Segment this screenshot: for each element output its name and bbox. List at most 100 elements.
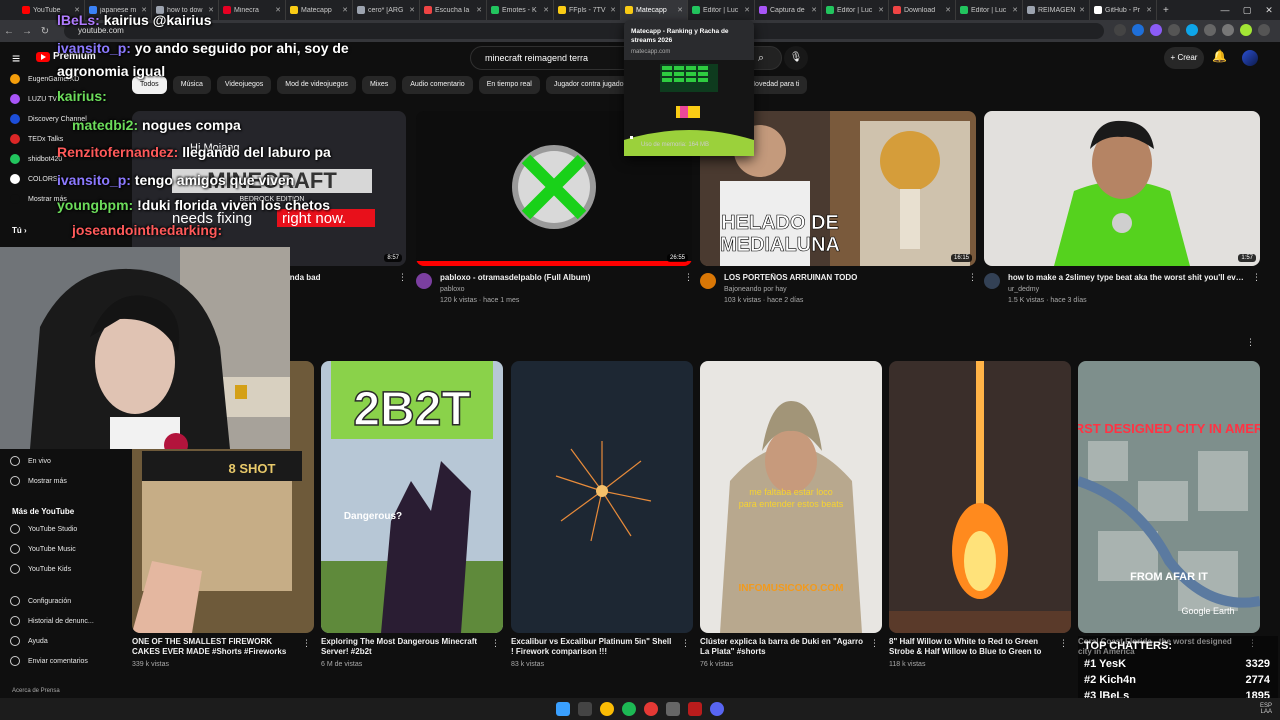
extension-icon[interactable] xyxy=(1204,24,1216,36)
filter-chip[interactable]: Música xyxy=(172,76,211,94)
sidebar-item[interactable]: YouTube Studio xyxy=(10,521,77,537)
tab-close-icon[interactable]: ✕ xyxy=(945,6,951,14)
chrome-icon[interactable] xyxy=(600,702,614,716)
tab-close-icon[interactable]: ✕ xyxy=(744,6,750,14)
youtube-logo[interactable]: Premium xyxy=(36,51,96,62)
sidebar-item[interactable]: TEDx Talks xyxy=(10,131,63,147)
browser-tab[interactable]: Editor | Luc ✕ xyxy=(956,0,1023,20)
browser-tab[interactable]: REIMAGEN ✕ xyxy=(1023,0,1090,20)
more-options-icon[interactable]: ⋮ xyxy=(1059,638,1068,649)
filter-chip[interactable]: Mod de videojuegos xyxy=(277,76,356,94)
sidebar-item[interactable]: Mostrar más xyxy=(10,191,67,207)
sidebar-item[interactable]: YouTube Music xyxy=(10,541,76,557)
voice-search-button[interactable]: 🎙 xyxy=(784,46,808,70)
more-options-icon[interactable]: ⋮ xyxy=(968,272,977,283)
sidebar-item[interactable]: Mostrar más xyxy=(10,473,67,489)
short-thumbnail[interactable] xyxy=(511,361,693,633)
sidebar-item[interactable]: Historial de denunc... xyxy=(10,613,94,629)
browser-tab[interactable]: cero* [ARG ✕ xyxy=(353,0,420,20)
browser-tab[interactable]: Escucha la ✕ xyxy=(420,0,487,20)
new-tab-icon[interactable]: + xyxy=(1157,5,1169,16)
app-icon[interactable] xyxy=(688,702,702,716)
tab-close-icon[interactable]: ✕ xyxy=(74,6,80,14)
short-thumbnail[interactable]: WORST DESIGNED CITY IN AMERCIA FROM AFAR … xyxy=(1078,361,1260,633)
short-card[interactable]: 8" Half Willow to White to Red to Green … xyxy=(889,361,1071,671)
more-options-icon[interactable]: ⋮ xyxy=(491,638,500,649)
tab-close-icon[interactable]: ✕ xyxy=(878,6,884,14)
tab-close-icon[interactable]: ✕ xyxy=(275,6,281,14)
browser-tab[interactable]: Emotes - K ✕ xyxy=(487,0,554,20)
windows-start-icon[interactable] xyxy=(556,702,570,716)
video-title[interactable]: LOS PORTEÑOS ARRUINAN TODO xyxy=(724,273,964,283)
extension-icon[interactable] xyxy=(1114,24,1126,36)
minimize-icon[interactable]: — xyxy=(1214,0,1236,20)
short-thumbnail[interactable]: 2B2T Dangerous? xyxy=(321,361,503,633)
sidebar-item[interactable]: EugenGamerXD xyxy=(10,71,79,87)
short-title[interactable]: ONE OF THE SMALLEST FIREWORK CAKES EVER … xyxy=(132,637,296,657)
hamburger-menu-icon[interactable]: ≡ xyxy=(12,50,20,66)
short-thumbnail[interactable] xyxy=(889,361,1071,633)
browser-tab[interactable]: FFpls - 7TV ✕ xyxy=(554,0,621,20)
extension-icon[interactable] xyxy=(1150,24,1162,36)
video-card[interactable]: 1:57 how to make a 2slimey type beat aka … xyxy=(984,111,1261,311)
more-options-icon[interactable]: ⋮ xyxy=(684,272,693,283)
more-options-icon[interactable]: ⋮ xyxy=(870,638,879,649)
app-icon[interactable] xyxy=(666,702,680,716)
spotify-icon[interactable] xyxy=(622,702,636,716)
account-avatar[interactable] xyxy=(1242,50,1258,66)
channel-name[interactable]: Bajoneando por hay xyxy=(724,285,787,295)
sidebar-item[interactable]: Ayuda xyxy=(10,633,48,649)
bookmark-star-icon[interactable] xyxy=(1132,24,1144,36)
channel-name[interactable]: pabloxo xyxy=(440,285,465,295)
video-title[interactable]: how to make a 2slimey type beat aka the … xyxy=(1008,273,1248,283)
tab-close-icon[interactable]: ✕ xyxy=(1146,6,1152,14)
tab-close-icon[interactable]: ✕ xyxy=(476,6,482,14)
short-title[interactable]: Clúster explica la barra de Duki en "Aga… xyxy=(700,637,864,657)
browser-tab[interactable]: Editor | Luc ✕ xyxy=(688,0,755,20)
channel-name[interactable]: ur_dedmy xyxy=(1008,285,1039,295)
sidebar-item[interactable]: YouTube Kids xyxy=(10,561,71,577)
more-options-icon[interactable]: ⋮ xyxy=(681,638,690,649)
tab-close-icon[interactable]: ✕ xyxy=(811,6,817,14)
create-button[interactable]: + Crear xyxy=(1164,47,1204,69)
reload-icon[interactable]: ↻ xyxy=(36,26,54,37)
filter-chip[interactable]: En tiempo real xyxy=(478,76,540,94)
video-title[interactable]: pabloxo - otramasdelpablo (Full Album) xyxy=(440,273,680,283)
back-icon[interactable]: ← xyxy=(0,26,18,37)
short-title[interactable]: Exploring The Most Dangerous Minecraft S… xyxy=(321,637,485,657)
channel-avatar[interactable] xyxy=(984,273,1000,289)
sidebar-item[interactable]: En vivo xyxy=(10,453,51,469)
tab-close-icon[interactable]: ✕ xyxy=(1012,6,1018,14)
tab-close-icon[interactable]: ✕ xyxy=(1079,6,1085,14)
more-options-icon[interactable]: ⋮ xyxy=(398,272,407,283)
tab-close-icon[interactable]: ✕ xyxy=(141,6,147,14)
tab-close-icon[interactable]: ✕ xyxy=(677,6,683,14)
search-taskbar-icon[interactable] xyxy=(578,702,592,716)
sidebar-item[interactable]: Discovery Channel xyxy=(10,111,87,127)
browser-tab[interactable]: how to dow ✕ xyxy=(152,0,219,20)
video-thumbnail[interactable]: MINECRAFT BEDROCK EDITION Hi Mojang needs f… xyxy=(132,111,406,266)
short-card[interactable]: me faltaba estar loco para entender estos… xyxy=(700,361,882,671)
you-heading[interactable]: Tú › xyxy=(12,226,27,235)
profile-icon[interactable] xyxy=(1240,24,1252,36)
sidebar-item[interactable]: shidbot420 xyxy=(10,151,62,167)
short-card[interactable]: WORST DESIGNED CITY IN AMERCIA FROM AFAR … xyxy=(1078,361,1260,671)
filter-chip[interactable]: Videojuegos xyxy=(216,76,272,94)
channel-avatar[interactable] xyxy=(416,273,432,289)
short-card[interactable]: Excalibur vs Excalibur Platinum 5in" She… xyxy=(511,361,693,671)
tab-close-icon[interactable]: ✕ xyxy=(208,6,214,14)
short-title[interactable]: Excalibur vs Excalibur Platinum 5in" She… xyxy=(511,637,675,657)
filter-chip[interactable]: Todos xyxy=(132,76,167,94)
tab-close-icon[interactable]: ✕ xyxy=(610,6,616,14)
short-title[interactable]: 8" Half Willow to White to Red to Green … xyxy=(889,637,1053,657)
forward-icon[interactable]: → xyxy=(18,26,36,37)
browser-tab[interactable]: Minecra ✕ xyxy=(219,0,286,20)
maximize-icon[interactable]: ▢ xyxy=(1236,0,1258,20)
tab-close-icon[interactable]: ✕ xyxy=(543,6,549,14)
tab-close-icon[interactable]: ✕ xyxy=(342,6,348,14)
browser-tab[interactable]: YouTube ✕ xyxy=(18,0,85,20)
discord-icon[interactable] xyxy=(710,702,724,716)
system-tray[interactable]: ESP LAA xyxy=(1260,703,1272,715)
extension-icon[interactable] xyxy=(1222,24,1234,36)
close-window-icon[interactable]: ✕ xyxy=(1258,0,1280,20)
